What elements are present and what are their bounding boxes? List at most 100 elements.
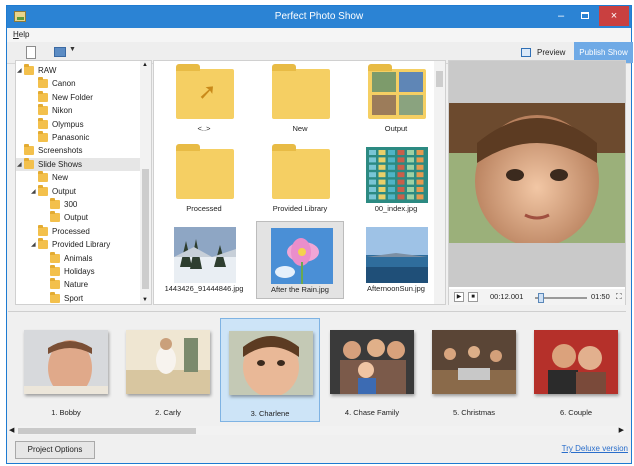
tree-item-animals[interactable]: Animals bbox=[16, 251, 140, 265]
preview-label: Preview bbox=[537, 48, 566, 57]
tree-item-new-folder[interactable]: New Folder bbox=[16, 90, 140, 104]
tree-item-raw[interactable]: ◢ RAW bbox=[16, 64, 140, 77]
folder-tree[interactable]: ▲ ▼ ◢ RAW Canon New Folder Nikon Olympus Panas… bbox=[15, 60, 152, 305]
tree-item-holidays[interactable]: Holidays bbox=[16, 265, 140, 278]
folder-icon bbox=[38, 77, 48, 89]
preview-button[interactable]: Preview bbox=[518, 45, 570, 61]
tree-item-label: Olympus bbox=[52, 119, 84, 129]
scroll-right-icon[interactable]: ▶ bbox=[619, 426, 624, 434]
minimize-button[interactable]: – bbox=[548, 6, 574, 26]
tree-item-300[interactable]: 300 bbox=[16, 198, 140, 211]
menu-bar: Help bbox=[7, 28, 631, 42]
folder-icon bbox=[38, 184, 48, 196]
file-grid[interactable]: ➚ <..> New Output Processed Provided Library 0… bbox=[153, 60, 446, 305]
folder-item[interactable]: Processed bbox=[160, 141, 248, 219]
window-title: Perfect Photo Show bbox=[274, 11, 364, 22]
expand-arrow-icon[interactable]: ◢ bbox=[31, 188, 36, 195]
slide-item[interactable]: 2. Carly bbox=[118, 318, 218, 422]
total-time: 01:50 bbox=[591, 292, 610, 301]
folder-item[interactable]: New bbox=[256, 61, 344, 139]
tree-item-label: Sport bbox=[64, 293, 84, 303]
tree-scroll-thumb[interactable] bbox=[142, 169, 149, 289]
chevron-down-icon[interactable]: ▼ bbox=[69, 46, 76, 53]
try-deluxe-link[interactable]: Try Deluxe version bbox=[562, 444, 628, 453]
slide-item[interactable]: 1. Bobby bbox=[16, 318, 116, 422]
image-thumbnail bbox=[366, 147, 428, 203]
image-file-item[interactable]: 00_index.jpg bbox=[352, 141, 440, 219]
folder-icon bbox=[272, 64, 330, 119]
image-thumbnail bbox=[174, 227, 236, 283]
seek-thumb[interactable] bbox=[537, 293, 544, 303]
scroll-down-icon[interactable]: ▼ bbox=[142, 297, 148, 303]
tree-item-output[interactable]: Output bbox=[16, 211, 140, 224]
file-label: Processed bbox=[186, 204, 222, 213]
slide-label: 5. Christmas bbox=[452, 408, 496, 417]
tree-item-panasonic[interactable]: Panasonic bbox=[16, 131, 140, 144]
image-file-item[interactable]: 1443426_91444846.jpg bbox=[160, 221, 248, 299]
tree-item-nikon[interactable]: Nikon bbox=[16, 104, 140, 117]
up-arrow-icon: ➚ bbox=[198, 79, 217, 104]
slide-thumbnail bbox=[432, 330, 516, 394]
tree-item-sport[interactable]: Sport bbox=[16, 291, 140, 304]
image-file-item[interactable]: After the Rain.jpg bbox=[256, 221, 344, 299]
slide-filmstrip[interactable]: 6. Couple 5. Christmas 4. Chase Family 3. C… bbox=[8, 311, 626, 435]
stop-icon[interactable]: ■ bbox=[468, 292, 478, 302]
scroll-left-icon[interactable]: ◀ bbox=[9, 426, 14, 434]
folder-icon bbox=[24, 144, 34, 156]
preview-icon bbox=[521, 48, 531, 57]
folder-icon bbox=[24, 157, 34, 169]
tree-item-new[interactable]: New bbox=[16, 171, 140, 184]
fullscreen-icon[interactable]: ⛶ bbox=[616, 292, 622, 302]
tree-item-label: Panasonic bbox=[52, 133, 90, 142]
file-label: After the Rain.jpg bbox=[271, 285, 329, 294]
menu-help[interactable]: Help bbox=[13, 30, 29, 39]
maximize-button[interactable] bbox=[572, 6, 598, 26]
expand-arrow-icon[interactable]: ◢ bbox=[17, 161, 22, 168]
slide-label: 1. Bobby bbox=[51, 408, 81, 417]
tree-scrollbar[interactable]: ▲ ▼ bbox=[140, 61, 151, 304]
slide-item[interactable]: 3. Charlene bbox=[220, 318, 320, 422]
tree-item-label: 300 bbox=[64, 200, 78, 209]
tree-item-nature[interactable]: Nature bbox=[16, 278, 140, 291]
file-label: Provided Library bbox=[272, 204, 328, 213]
expand-arrow-icon[interactable]: ◢ bbox=[17, 67, 22, 74]
filmstrip-scroll-thumb[interactable] bbox=[18, 428, 196, 434]
close-button[interactable]: × bbox=[599, 6, 629, 26]
tree-item-provided-library[interactable]: ◢ Provided Library bbox=[16, 238, 140, 251]
slide-thumbnail bbox=[126, 330, 210, 394]
tree-item-slide-shows[interactable]: ◢ Slide Shows bbox=[16, 157, 140, 171]
tree-item-label: New bbox=[52, 173, 69, 183]
file-label: New bbox=[292, 124, 308, 133]
tree-item-output[interactable]: ◢ Output bbox=[16, 184, 140, 198]
tree-item-olympus[interactable]: Olympus bbox=[16, 117, 140, 131]
folder-item[interactable]: ➚ <..> bbox=[160, 61, 248, 139]
slide-thumbnail bbox=[229, 331, 313, 395]
folder-icon bbox=[272, 144, 330, 199]
new-document-icon[interactable] bbox=[26, 46, 36, 59]
folder-icon bbox=[38, 238, 48, 250]
filmstrip-scrollbar[interactable]: ◀ ▶ bbox=[8, 426, 626, 435]
tree-item-screenshots[interactable]: Screenshots bbox=[16, 144, 140, 157]
folder-item[interactable]: Provided Library bbox=[256, 141, 344, 219]
slide-item[interactable]: 6. Couple bbox=[526, 318, 626, 422]
tree-item-label: Processed bbox=[52, 226, 90, 236]
tree-item-label: Output bbox=[64, 213, 89, 223]
play-icon[interactable]: ▶ bbox=[454, 292, 464, 302]
scroll-up-icon[interactable]: ▲ bbox=[142, 62, 148, 68]
preview-pane: ▶ ■ 00:12.001 01:50 ⛶ bbox=[448, 60, 626, 305]
slide-item[interactable]: 4. Chase Family bbox=[322, 318, 422, 422]
file-label: 00_index.jpg bbox=[374, 204, 418, 213]
view-mode-icon[interactable] bbox=[54, 47, 66, 57]
folder-icon bbox=[50, 291, 60, 303]
tree-item-label: Slide Shows bbox=[38, 159, 83, 169]
title-bar[interactable]: Perfect Photo Show – × bbox=[7, 6, 631, 28]
project-options-button[interactable]: Project Options bbox=[15, 441, 95, 459]
slide-item[interactable]: 5. Christmas bbox=[424, 318, 524, 422]
folder-item[interactable]: Output bbox=[352, 61, 440, 139]
expand-arrow-icon[interactable]: ◢ bbox=[31, 241, 36, 248]
slide-label: 4. Chase Family bbox=[344, 408, 400, 417]
tree-item-processed[interactable]: Processed bbox=[16, 224, 140, 238]
file-label: 1443426_91444846.jpg bbox=[164, 284, 244, 293]
tree-item-canon[interactable]: Canon bbox=[16, 77, 140, 90]
image-file-item[interactable]: AfternoonSun.jpg bbox=[352, 221, 440, 299]
